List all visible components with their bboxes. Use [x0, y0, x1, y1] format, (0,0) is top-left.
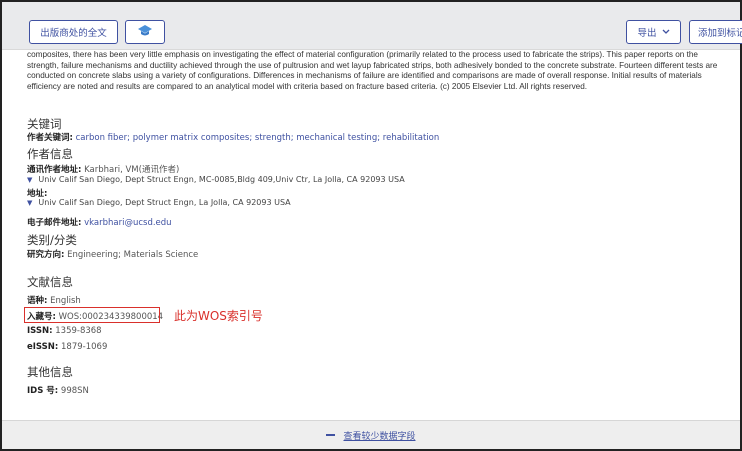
- address-row[interactable]: ▼ Univ Calif San Diego, Dept Struct Engn…: [27, 198, 291, 207]
- language-label: 语种:: [27, 296, 48, 306]
- collapse-dash-icon: [326, 434, 336, 436]
- eissn-value: 1879-1069: [61, 342, 108, 352]
- show-fewer-fields-link[interactable]: 查看较少数据字段: [343, 429, 415, 442]
- ids-number-row: IDS 号: 998SN: [27, 384, 89, 396]
- abstract-text: composites, there has been very little e…: [27, 50, 718, 91]
- cap-button[interactable]: [125, 20, 165, 44]
- add-to-marked-list-button[interactable]: 添加到标记: [689, 20, 742, 44]
- issn-value: 1359-8368: [55, 326, 102, 336]
- corresponding-author-label: 通讯作者地址:: [27, 165, 82, 175]
- corresponding-address-row[interactable]: ▼ Univ Calif San Diego, Dept Struct Engn…: [27, 175, 405, 184]
- expand-triangle-icon[interactable]: ▼: [27, 176, 32, 184]
- publisher-fulltext-label: 出版商处的全文: [40, 28, 107, 39]
- email-link[interactable]: vkarbhari@ucsd.edu: [84, 218, 171, 228]
- email-label: 电子邮件地址:: [27, 218, 82, 228]
- annotation-note: 此为WOS索引号: [174, 309, 263, 323]
- corresponding-address-text: Univ Calif San Diego, Dept Struct Engn, …: [38, 175, 405, 184]
- address-text: Univ Calif San Diego, Dept Struct Engn, …: [38, 198, 291, 207]
- ids-number-value: 998SN: [60, 386, 89, 396]
- abstract-section: composites, there has been very little e…: [27, 50, 727, 92]
- doc-info-heading: 文献信息: [27, 275, 73, 289]
- show-fewer-fields-bar: 查看较少数据字段: [2, 420, 740, 449]
- chevron-down-icon: [662, 27, 670, 38]
- corresponding-author-value: Karbhari, VM(通讯作者): [84, 165, 180, 175]
- issn-label: ISSN:: [27, 326, 53, 336]
- expand-triangle-icon[interactable]: ▼: [27, 199, 32, 207]
- export-button[interactable]: 导出: [626, 20, 681, 44]
- research-area-row: 研究方向: Engineering; Materials Science: [27, 248, 198, 260]
- language-row: 语种: English: [27, 294, 81, 306]
- corresponding-author-row: 通讯作者地址: Karbhari, VM(通讯作者): [27, 163, 179, 175]
- add-to-marked-list-label: 添加到标记: [698, 28, 742, 39]
- other-info-heading: 其他信息: [27, 365, 73, 379]
- category-heading: 类别/分类: [27, 233, 77, 247]
- ids-number-label: IDS 号:: [27, 386, 59, 396]
- export-label: 导出: [637, 28, 657, 39]
- author-keywords-row: 作者关键词: carbon fiber; polymer matrix comp…: [27, 131, 439, 143]
- language-value: English: [50, 296, 81, 306]
- publisher-fulltext-button[interactable]: 出版商处的全文: [29, 20, 118, 44]
- record-toolbar: 出版商处的全文 导出 添加到标记: [2, 2, 742, 50]
- graduation-cap-icon: [137, 23, 153, 42]
- eissn-row: eISSN: 1879-1069: [27, 342, 107, 352]
- research-area-value: Engineering; Materials Science: [67, 250, 199, 260]
- keywords-heading: 关键词: [27, 117, 62, 131]
- author-keywords-links[interactable]: carbon fiber; polymer matrix composites;…: [76, 133, 440, 143]
- issn-row: ISSN: 1359-8368: [27, 326, 102, 336]
- research-area-label: 研究方向:: [27, 250, 65, 260]
- eissn-label: eISSN:: [27, 342, 59, 352]
- author-keywords-label: 作者关键词:: [27, 133, 73, 143]
- email-row: 电子邮件地址: vkarbhari@ucsd.edu: [27, 216, 172, 228]
- accession-highlight-box: [24, 307, 160, 323]
- author-info-heading: 作者信息: [27, 147, 73, 161]
